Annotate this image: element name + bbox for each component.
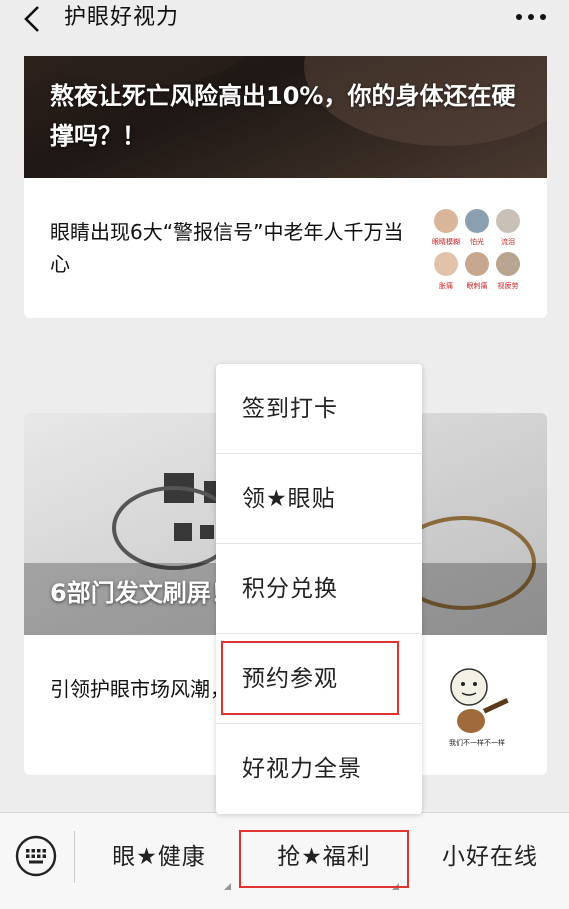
- submenu-item-panorama[interactable]: 好视力全景: [216, 724, 422, 814]
- submenu-caret: [392, 883, 399, 890]
- keyboard-icon[interactable]: [15, 835, 57, 877]
- hero-title-1[interactable]: 熬夜让死亡风险高出10%，你的身体还在硬撑吗？！: [50, 76, 529, 156]
- thumb-label: 怕光: [470, 237, 484, 246]
- welfare-submenu: 签到打卡 领★眼贴 积分兑换 预约参观 好视力全景: [216, 364, 422, 814]
- thumb-label: 胀痛: [439, 281, 453, 290]
- thumb-label: 流泪: [501, 237, 515, 246]
- page-title: 护眼好视力: [64, 5, 180, 30]
- article-row-1[interactable]: 眼睛出现6大“警报信号”中老年人千万当心 眼睛模糊 怕光 流泪 胀痛 眼刺痛 视…: [24, 178, 547, 318]
- meme-guitar-thumbnail: 我们不一样不一样: [431, 661, 523, 753]
- article-row-text-1[interactable]: 眼睛出现6大“警报信号”中老年人千万当心: [50, 216, 410, 280]
- chevron-left-icon[interactable]: [18, 4, 48, 34]
- thumb-label: 视疲劳: [498, 281, 519, 290]
- more-dots-icon[interactable]: [515, 10, 547, 24]
- submenu-item-checkin[interactable]: 签到打卡: [216, 364, 422, 454]
- submenu-item-eye-patch[interactable]: 领★眼贴: [216, 454, 422, 544]
- thumb-label: 眼刺痛: [467, 281, 488, 290]
- submenu-caret: [224, 883, 231, 890]
- thumb-caption: 我们不一样不一样: [449, 738, 505, 747]
- bar-separator: [74, 831, 75, 883]
- menu-eye-health[interactable]: 眼★健康: [84, 831, 234, 883]
- menu-online-service[interactable]: 小好在线: [420, 831, 560, 883]
- eye-symptoms-thumbnail: 眼睛模糊 怕光 流泪 胀痛 眼刺痛 视疲劳: [431, 204, 523, 296]
- submenu-item-points-exchange[interactable]: 积分兑换: [216, 544, 422, 634]
- thumb-label: 眼睛模糊: [432, 237, 460, 246]
- menu-grab-welfare[interactable]: 抢★福利: [241, 831, 407, 883]
- bottom-menu-bar: 眼★健康 抢★福利 小好在线: [0, 812, 569, 909]
- submenu-item-book-visit[interactable]: 预约参观: [216, 634, 422, 724]
- top-bar: 护眼好视力: [0, 0, 569, 56]
